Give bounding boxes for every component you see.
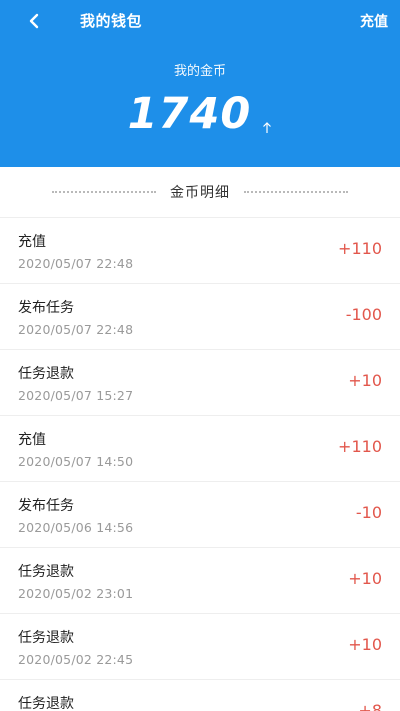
coin-balance: 1740 — [127, 89, 252, 139]
page-title: 我的钱包 — [80, 12, 143, 30]
item-title: 充值 — [18, 432, 46, 448]
section-divider: 金币明细 — [0, 167, 400, 217]
list-item[interactable]: 任务退款 +8 — [0, 680, 400, 711]
nav-bar: 我的钱包 充值 — [0, 0, 400, 42]
coin-detail-list: 充值 2020/05/07 22:48 +110 发布任务 2020/05/07… — [0, 217, 400, 711]
item-amount: -10 — [355, 503, 382, 522]
coin-label: 我的金币 — [173, 64, 226, 79]
divider-dots-right — [244, 191, 348, 193]
item-title: 发布任务 — [18, 300, 74, 316]
item-time: 2020/05/02 22:45 — [18, 652, 134, 667]
item-title: 任务退款 — [18, 630, 74, 646]
item-amount: +110 — [338, 239, 382, 258]
item-amount: +8 — [358, 701, 382, 711]
wallet-header: 我的钱包 充值 我的金币 1740 — [0, 0, 400, 167]
list-item[interactable]: 任务退款 2020/05/07 15:27 +10 — [0, 350, 400, 416]
list-item[interactable]: 发布任务 2020/05/07 22:48 -100 — [0, 284, 400, 350]
list-item[interactable]: 充值 2020/05/07 14:50 +110 — [0, 416, 400, 482]
item-time: 2020/05/07 22:48 — [18, 256, 134, 271]
item-amount: +10 — [348, 371, 382, 390]
balance-display: 1740 — [0, 88, 400, 140]
list-item[interactable]: 任务退款 2020/05/02 22:45 +10 — [0, 614, 400, 680]
item-title: 充值 — [18, 234, 46, 250]
chevron-left-icon — [29, 13, 39, 29]
item-title: 任务退款 — [18, 564, 74, 580]
item-amount: +10 — [348, 569, 382, 588]
item-time: 2020/05/07 22:48 — [18, 322, 134, 337]
item-amount: -100 — [345, 305, 382, 324]
item-time: 2020/05/07 15:27 — [18, 388, 134, 403]
item-time: 2020/05/07 14:50 — [18, 454, 134, 469]
coin-detail-section: 金币明细 充值 2020/05/07 22:48 +110 发布任务 2020/… — [0, 167, 400, 711]
list-item[interactable]: 任务退款 2020/05/02 23:01 +10 — [0, 548, 400, 614]
list-item[interactable]: 发布任务 2020/05/06 14:56 -10 — [0, 482, 400, 548]
item-time: 2020/05/02 23:01 — [18, 586, 134, 601]
item-amount: +110 — [338, 437, 382, 456]
item-title: 任务退款 — [18, 696, 74, 711]
item-title: 任务退款 — [18, 366, 74, 382]
back-button[interactable] — [22, 8, 46, 34]
section-title: 金币明细 — [170, 185, 230, 201]
item-amount: +10 — [348, 635, 382, 654]
item-time: 2020/05/06 14:56 — [18, 520, 134, 535]
recharge-button[interactable]: 充值 — [360, 11, 388, 31]
arrow-up-icon — [263, 122, 272, 133]
list-item[interactable]: 充值 2020/05/07 22:48 +110 — [0, 218, 400, 284]
divider-dots-left — [52, 191, 156, 193]
item-title: 发布任务 — [18, 498, 74, 514]
